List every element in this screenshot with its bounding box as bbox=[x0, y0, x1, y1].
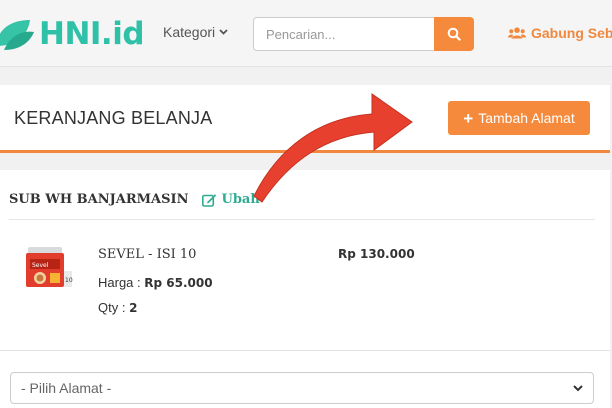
join-label: Gabung Seba bbox=[531, 25, 612, 41]
address-select-value: - Pilih Alamat - bbox=[21, 380, 112, 396]
search-input[interactable] bbox=[253, 17, 434, 51]
site-logo[interactable]: HNI.id bbox=[0, 14, 145, 54]
warehouse-name: SUB WH BANJARMASIN bbox=[9, 192, 189, 207]
top-navbar: HNI.id Kategori Gabung Seba bbox=[0, 0, 612, 67]
leaf-logo-icon bbox=[0, 20, 34, 50]
qty-line: Qty : 2 bbox=[98, 300, 137, 315]
price-label: Harga : bbox=[98, 275, 141, 290]
edit-warehouse-link[interactable]: Ubah bbox=[202, 192, 260, 207]
search-icon bbox=[447, 27, 461, 41]
kategori-dropdown[interactable]: Kategori bbox=[163, 24, 228, 40]
add-address-button[interactable]: + Tambah Alamat bbox=[448, 101, 590, 135]
kategori-label: Kategori bbox=[163, 24, 216, 40]
product-name[interactable]: SEVEL - ISI 10 bbox=[98, 247, 196, 262]
search-bar bbox=[253, 17, 474, 51]
chevron-down-icon bbox=[573, 384, 583, 391]
product-image[interactable]: Sevel 10 bbox=[24, 245, 74, 291]
qty-label: Qty : bbox=[98, 300, 126, 315]
price-value: Rp 65.000 bbox=[144, 276, 213, 290]
edit-icon bbox=[202, 193, 217, 207]
address-select[interactable]: - Pilih Alamat - bbox=[10, 372, 594, 404]
page-title: KERANJANG BELANJA bbox=[14, 108, 213, 128]
svg-text:Sevel: Sevel bbox=[32, 262, 49, 269]
svg-text:10: 10 bbox=[65, 277, 73, 284]
logo-text: HNI.id bbox=[39, 15, 145, 52]
cart-header: KERANJANG BELANJA + Tambah Alamat bbox=[0, 85, 610, 153]
chevron-down-icon bbox=[219, 29, 228, 35]
warehouse-row: SUB WH BANJARMASIN Ubah bbox=[9, 192, 595, 220]
join-link[interactable]: Gabung Seba bbox=[508, 25, 612, 41]
product-box-icon: Sevel 10 bbox=[26, 247, 73, 287]
users-icon bbox=[508, 27, 526, 39]
item-subtotal: Rp 130.000 bbox=[338, 247, 415, 261]
price-line: Harga : Rp 65.000 bbox=[98, 275, 213, 290]
add-address-label: Tambah Alamat bbox=[478, 110, 575, 126]
search-button[interactable] bbox=[434, 17, 474, 51]
qty-value: 2 bbox=[129, 301, 138, 315]
cart-body: SUB WH BANJARMASIN Ubah Sevel 10 SEVEL -… bbox=[0, 170, 610, 408]
plus-icon: + bbox=[463, 108, 474, 128]
divider bbox=[0, 350, 610, 351]
edit-label: Ubah bbox=[221, 192, 260, 207]
